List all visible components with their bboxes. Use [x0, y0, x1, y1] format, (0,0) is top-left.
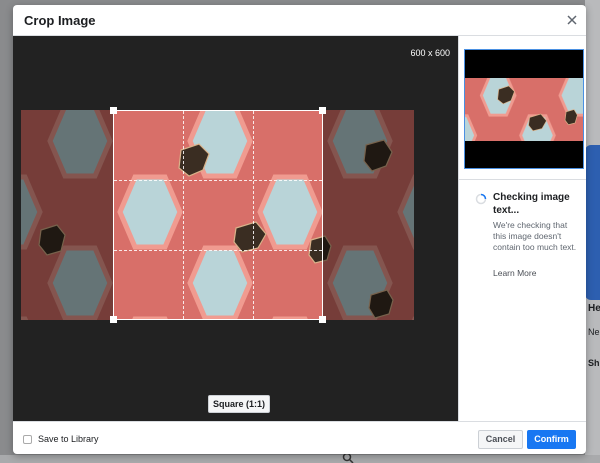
- crop-handle-bottom-left[interactable]: [110, 316, 117, 323]
- crop-selection[interactable]: [110, 107, 326, 323]
- preview-panel: Checking image text... We're checking th…: [458, 36, 586, 421]
- status-title: Checking image text...: [493, 192, 570, 216]
- learn-more-link[interactable]: Learn More: [493, 268, 536, 278]
- close-icon[interactable]: [564, 12, 580, 28]
- crop-handle-top-left[interactable]: [110, 107, 117, 114]
- crop-preview: [464, 49, 584, 169]
- crop-handle-bottom-right[interactable]: [319, 316, 326, 323]
- image-size-label: 600 x 600: [410, 48, 450, 58]
- crop-image-dialog: Crop Image 600 x 600 Square (1:1) Checki…: [13, 5, 586, 454]
- background-card: [585, 145, 600, 300]
- save-to-library-label[interactable]: Save to Library: [38, 434, 99, 444]
- panel-divider: [459, 179, 586, 180]
- crop-grid-line: [114, 249, 322, 251]
- crop-mask-right: [323, 110, 414, 320]
- cancel-button[interactable]: Cancel: [478, 430, 523, 449]
- background-bar: [0, 455, 600, 463]
- preview-image: [465, 78, 583, 141]
- dialog-header: Crop Image: [13, 5, 586, 36]
- crop-grid-line: [252, 111, 254, 319]
- crop-grid-line: [183, 111, 185, 319]
- background-card-text: He: [588, 303, 600, 314]
- dialog-footer: Save to Library Cancel Confirm: [13, 421, 586, 454]
- status-message: We're checking that this image doesn't c…: [493, 220, 577, 252]
- crop-handle-top-right[interactable]: [319, 107, 326, 114]
- crop-grid-line: [114, 180, 322, 182]
- dialog-title: Crop Image: [24, 13, 96, 28]
- save-to-library-checkbox[interactable]: [23, 435, 32, 444]
- confirm-button[interactable]: Confirm: [527, 430, 576, 449]
- background-text: Ne: [588, 327, 600, 337]
- background-text: Sh: [588, 358, 600, 368]
- aspect-ratio-button[interactable]: Square (1:1): [208, 395, 270, 413]
- loading-spinner-icon: [475, 193, 487, 205]
- crop-canvas: 600 x 600 Square (1:1): [13, 36, 458, 421]
- crop-mask-left: [21, 110, 113, 320]
